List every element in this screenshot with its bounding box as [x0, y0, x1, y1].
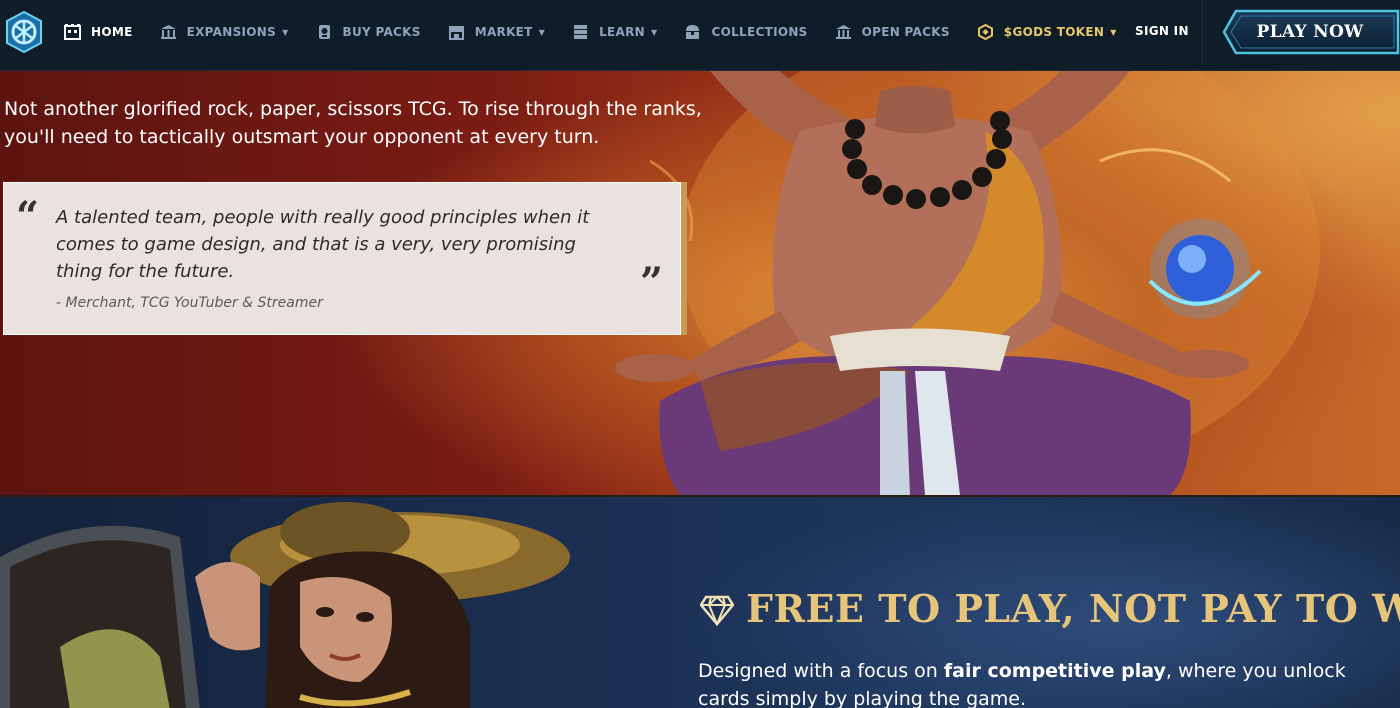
nav-item-expansions[interactable]: EXPANSIONS ▼	[160, 24, 289, 40]
nav-label: COLLECTIONS	[711, 25, 808, 39]
market-icon	[448, 24, 465, 40]
chevron-down-icon: ▼	[1110, 27, 1117, 37]
nav-label: OPEN PACKS	[861, 25, 950, 39]
tactics-intro-text: Not another glorified rock, paper, sciss…	[4, 98, 702, 148]
nav-item-buy-packs[interactable]: BUY PACKS	[316, 24, 421, 40]
book-icon	[572, 24, 589, 40]
open-quote-icon: “	[16, 193, 40, 240]
nav-label: $GODS TOKEN	[1003, 25, 1105, 39]
free-to-play-title: FREE TO PLAY, NOT PAY TO WIN	[700, 586, 1400, 632]
free-to-play-description: Designed with a focus on fair competitiv…	[698, 657, 1388, 708]
pack-icon	[316, 24, 333, 40]
temple-icon	[160, 24, 177, 40]
chevron-down-icon: ▼	[538, 27, 546, 37]
diamond-icon	[700, 595, 734, 626]
nav-label: BUY PACKS	[342, 25, 421, 39]
free-to-play-heading: FREE TO PLAY, NOT PAY TO WIN	[746, 586, 1400, 631]
home-icon	[64, 24, 81, 40]
chevron-down-icon: ▼	[282, 27, 289, 37]
nav-item-open-packs[interactable]: OPEN PACKS	[835, 24, 950, 40]
nav-label: LEARN	[599, 25, 646, 39]
chest-icon	[684, 24, 701, 40]
play-now-button[interactable]: PLAY NOW	[1222, 9, 1400, 55]
gods-unchained-logo[interactable]	[4, 10, 44, 54]
nav-label: HOME	[91, 25, 133, 39]
desc-text: Designed with a focus on	[698, 660, 944, 682]
nav-item-market[interactable]: MARKET ▼	[448, 24, 545, 40]
nav-item-home[interactable]: HOME	[64, 24, 133, 40]
free-to-play-section: FREE TO PLAY, NOT PAY TO WIN Designed wi…	[0, 495, 1400, 708]
sign-in-link[interactable]: SIGN IN	[1135, 24, 1189, 38]
top-nav: HOME EXPANSIONS ▼ BUY PACKS MARKET ▼ LEA…	[0, 0, 1400, 71]
close-quote-icon: ”	[640, 259, 664, 306]
quote-author: - Merchant, TCG YouTuber & Streamer	[56, 295, 323, 311]
gods-token-icon	[977, 24, 994, 40]
nav-item-gods-token[interactable]: $GODS TOKEN ▼	[977, 24, 1117, 40]
quote-text: A talented team, people with really good…	[56, 207, 590, 282]
testimonial-quote: “ A talented team, people with really go…	[3, 182, 681, 335]
nav-menu: HOME EXPANSIONS ▼ BUY PACKS MARKET ▼ LEA…	[64, 0, 1144, 64]
nav-label: EXPANSIONS	[186, 25, 277, 39]
bank-icon	[835, 24, 852, 40]
desc-highlight: fair competitive play	[943, 660, 1166, 682]
nav-divider	[1202, 0, 1203, 64]
nav-item-collections[interactable]: COLLECTIONS	[684, 24, 807, 40]
nav-item-learn[interactable]: LEARN ▼	[572, 24, 657, 40]
tactics-section: Not another glorified rock, paper, sciss…	[0, 71, 1400, 495]
play-now-label: PLAY NOW	[1256, 22, 1364, 42]
chevron-down-icon: ▼	[651, 27, 658, 37]
ranger-woman-illustration	[0, 502, 570, 708]
nav-label: MARKET	[474, 25, 533, 39]
